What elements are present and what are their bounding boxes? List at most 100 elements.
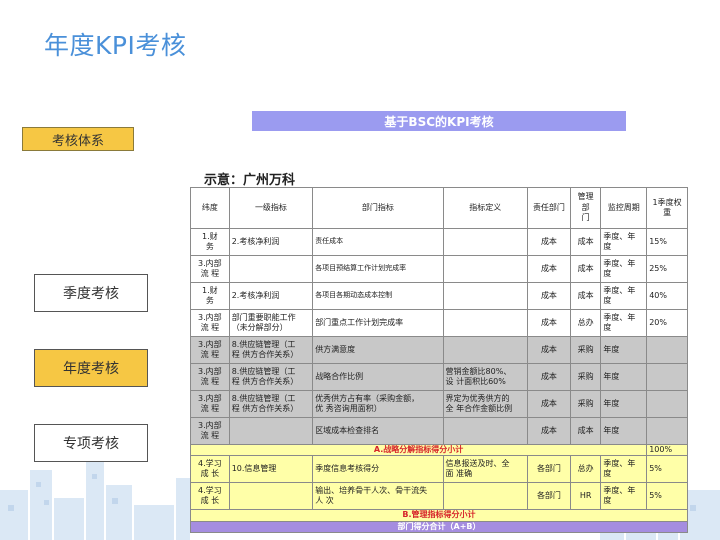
table-row: 4.学习成 长 输出、培养骨干人次、骨干流失人 次 各部门 HR 季度、年度 5% [190, 482, 688, 511]
cell-weight [646, 363, 688, 391]
cell-manage: 总办 [569, 309, 602, 337]
cell-definition: 界定为优秀供方的全 年合作金额比例 [442, 390, 529, 418]
cell-dept-indicator: 输出、培养骨干人次、骨干流失人 次 [312, 482, 444, 511]
cell-manage: 采购 [569, 336, 602, 364]
cell-weight: 25% [646, 255, 688, 283]
cell-dimension: 3.内部流 程 [190, 363, 230, 391]
col-header-dept-indicator: 部门指标 [312, 187, 444, 229]
page-title: 年度KPI考核 [44, 31, 187, 60]
cell-responsible: 成本 [527, 282, 571, 310]
sidebar-item-special[interactable]: 专项考核 [34, 424, 148, 462]
col-header-period: 监控周期 [600, 187, 648, 229]
cell-responsible: 成本 [527, 390, 571, 418]
cell-level1: 10.信息管理 [228, 455, 314, 484]
cell-manage: HR [569, 482, 602, 511]
cell-manage: 成本 [569, 255, 602, 283]
cell-dimension: 3.内部流 程 [190, 336, 230, 364]
cell-weight [646, 417, 688, 445]
col-header-dimension: 纬度 [190, 187, 230, 229]
cell-weight: 5% [646, 482, 688, 511]
table-summary-b: B.管理指标得分小计 部门得分合计（A+B） [190, 509, 688, 534]
example-label: 示意：广州万科 [204, 173, 296, 188]
cell-responsible: 各部门 [527, 455, 571, 484]
cell-period: 季度、年度 [600, 482, 648, 511]
cell-dimension: 1.财务 [190, 282, 230, 310]
table-row: 3.内部流 程 8.供应链管理（工程 供方合作关系） 优秀供方占有率（采购金额，优 … [190, 390, 688, 418]
col-header-level1: 一级指标 [228, 187, 314, 229]
cell-dimension: 3.内部流 程 [190, 390, 230, 418]
bsc-kpi-header: 基于BSC的KPI考核 [252, 111, 626, 131]
cell-level1: 2.考核净利润 [228, 282, 314, 310]
cell-responsible: 成本 [527, 228, 571, 256]
cell-level1: 部门重要职能工作 （未分解部分） [228, 309, 314, 337]
cell-weight [646, 390, 688, 418]
table-row: 1.财务 2.考核净利润 责任成本 成本 成本 季度、年度 15% [190, 228, 688, 256]
cell-dept-indicator: 部门重点工作计划完成率 [312, 309, 444, 337]
cell-dept-indicator: 责任成本 [312, 228, 444, 256]
cell-responsible: 成本 [527, 309, 571, 337]
cell-definition [442, 482, 529, 511]
col-header-manage: 管理部门 [569, 187, 602, 229]
cell-definition [442, 255, 529, 283]
cell-weight: 5% [646, 455, 688, 484]
cell-manage: 采购 [569, 363, 602, 391]
cell-manage: 成本 [569, 417, 602, 445]
cell-definition: 营销金额比80%、设 计面积比60% [442, 363, 529, 391]
col-header-definition: 指标定义 [442, 187, 529, 229]
sidebar-item-quarterly[interactable]: 季度考核 [34, 274, 148, 312]
cell-responsible: 各部门 [527, 482, 571, 511]
cell-responsible: 成本 [527, 255, 571, 283]
cell-dept-indicator: 各项目各期动态成本控制 [312, 282, 444, 310]
cell-level1: 2.考核净利润 [228, 228, 314, 256]
table-body-management: 4.学习成 长 10.信息管理 季度信息考核得分 信息报送及时、全面 准确 各部门 总办季… [190, 455, 688, 511]
table-header-row: 纬度 一级指标 部门指标 指标定义 责任部门 管理部门 监控周期 1季度权重 [190, 187, 688, 229]
table-row: 4.学习成 长 10.信息管理 季度信息考核得分 信息报送及时、全面 准确 各部门 总办季… [190, 455, 688, 484]
table-row: 1.财务 2.考核净利润 各项目各期动态成本控制 成本 成本 季度、年度 40% [190, 282, 688, 310]
col-header-weight: 1季度权重 [646, 187, 688, 229]
cell-period: 季度、年度 [600, 309, 648, 337]
cell-dimension: 3.内部流 程 [190, 417, 230, 445]
cell-definition: 信息报送及时、全面 准确 [442, 455, 529, 484]
cell-definition [442, 309, 529, 337]
cell-manage: 采购 [569, 390, 602, 418]
cell-level1: 8.供应链管理（工程 供方合作关系） [228, 336, 314, 364]
cell-period: 年度 [600, 390, 648, 418]
summary-a-label: A.战略分解指标得分小计 [189, 443, 648, 457]
cell-level1: 8.供应链管理（工程 供方合作关系） [228, 363, 314, 391]
cell-weight: 20% [646, 309, 688, 337]
cell-dept-indicator: 优秀供方占有率（采购金额，优 秀咨询用面积） [312, 390, 444, 418]
cell-level1 [228, 482, 314, 511]
cell-level1 [228, 255, 314, 283]
summary-row-a: A.战略分解指标得分小计 100% [189, 443, 688, 457]
summary-b-label: B.管理指标得分小计 [190, 509, 688, 522]
table-row: 3.内部流 程 8.供应链管理（工程 供方合作关系） 战略合作比例 营销金额比80%、… [190, 363, 688, 391]
cell-period: 年度 [600, 417, 648, 445]
table-row: 3.内部流 程区域成本检查排名 成本 成本 年度 [190, 417, 688, 445]
cell-dept-indicator: 供方满意度 [312, 336, 444, 364]
kpi-table: 纬度 一级指标 部门指标 指标定义 责任部门 管理部门 监控周期 1季度权重 1… [189, 187, 688, 534]
cell-period: 季度、年度 [600, 282, 648, 310]
cell-definition [442, 282, 529, 310]
cell-dimension: 4.学习成 长 [190, 482, 230, 511]
summary-row-total: 部门得分合计（A+B） [190, 520, 688, 534]
cell-weight: 15% [646, 228, 688, 256]
cell-period: 年度 [600, 363, 648, 391]
table-row: 3.内部流 程各项目预结算工作计划完成率 成本 成本 季度、年度 25% [190, 255, 688, 283]
cell-manage: 总办 [569, 455, 602, 484]
table-row: 3.内部流 程部门重要职能工作 （未分解部分） 部门重点工作计划完成率 成本 总办 季度、… [190, 309, 688, 337]
summary-total-label: 部门得分合计（A+B） [190, 520, 688, 534]
table-body-strategic: 1.财务 2.考核净利润 责任成本 成本 成本 季度、年度 15% 3.内部流 程各项目预结算… [190, 228, 688, 445]
cell-weight: 40% [646, 282, 688, 310]
cell-period: 年度 [600, 336, 648, 364]
cell-period: 季度、年度 [600, 255, 648, 283]
sidebar-item-annual[interactable]: 年度考核 [34, 349, 148, 387]
cell-period: 季度、年度 [600, 228, 648, 256]
cell-manage: 成本 [569, 228, 602, 256]
cell-manage: 成本 [569, 282, 602, 310]
cell-responsible: 成本 [527, 363, 571, 391]
cell-definition [442, 228, 529, 256]
tab-assessment-system[interactable]: 考核体系 [22, 127, 134, 151]
cell-period: 季度、年度 [600, 455, 648, 484]
cell-weight [646, 336, 688, 364]
cell-dimension: 1.财务 [190, 228, 230, 256]
